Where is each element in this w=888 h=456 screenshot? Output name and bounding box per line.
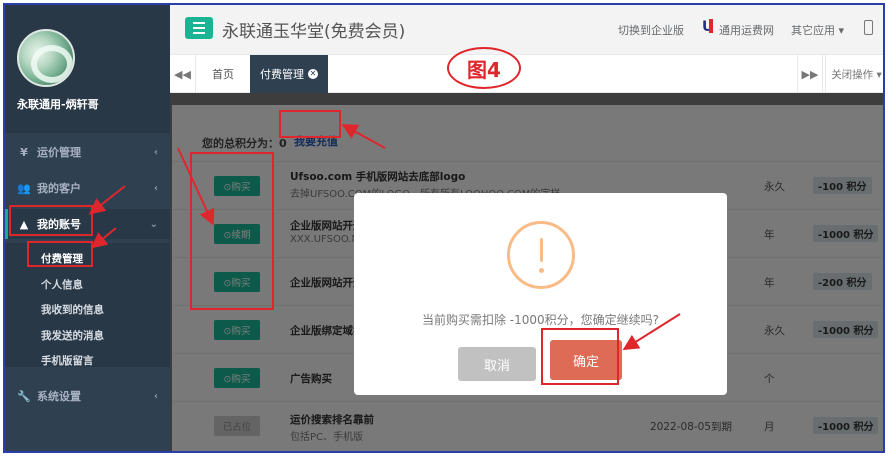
sidebar-item-settings[interactable]: 🔧 系统设置 ‹ <box>5 381 170 411</box>
chevron-left-icon: ‹ <box>153 146 158 158</box>
tab-billing[interactable]: 付费管理 ✕ <box>250 55 328 93</box>
other-apps-dropdown[interactable]: 其它应用 ▾ <box>791 22 844 38</box>
menu-toggle-button[interactable] <box>185 17 213 39</box>
sidebar-item-customers[interactable]: 👥 我的客户 ‹ <box>5 173 170 203</box>
submenu-item-sent[interactable]: 我发送的消息 <box>41 328 104 343</box>
users-icon: 👥 <box>17 181 31 195</box>
close-tab-icon[interactable]: ✕ <box>308 69 318 79</box>
tab-scroll-left-button[interactable]: ◀◀ <box>170 55 196 93</box>
cancel-button[interactable]: 取消 <box>458 347 536 381</box>
page-title: 永联通玉华堂(免费会员) <box>222 22 406 42</box>
warning-icon-bar <box>540 238 543 262</box>
profile-panel: 永联通用-炳轩哥 <box>5 5 170 133</box>
dialog-message: 当前购买需扣除 -1000积分，您确定继续吗? <box>421 313 660 327</box>
switch-enterprise-link[interactable]: 切换到企业版 <box>618 22 684 38</box>
submenu-item-profile[interactable]: 个人信息 <box>41 277 83 292</box>
hamburger-line <box>193 27 205 29</box>
sidebar-item-label: 我的客户 <box>37 182 81 195</box>
profile-name[interactable]: 永联通用-炳轩哥 <box>17 96 99 112</box>
billing-highlight-box <box>27 241 93 267</box>
warning-icon <box>507 221 575 289</box>
recharge-highlight-box <box>279 110 341 138</box>
app-window: 永联通用-炳轩哥 ¥ 运价管理 ‹ 👥 我的客户 ‹ ▲ 我的账号 ⌄ 付费管理… <box>3 3 885 453</box>
tab-bar: ◀◀ 首页 付费管理 ✕ ▶▶ 关闭操作 ▾ <box>170 55 883 93</box>
yunfei-link[interactable]: 通用运费网 <box>719 22 774 38</box>
mobile-icon[interactable] <box>864 20 873 35</box>
sidebar-item-label: 系统设置 <box>37 390 81 403</box>
tab-home[interactable]: 首页 <box>202 55 244 93</box>
sidebar-item-label: 运价管理 <box>37 146 81 159</box>
submenu-item-inbox[interactable]: 我收到的信息 <box>41 302 104 317</box>
tab-label: 付费管理 <box>260 68 304 81</box>
u-logo-icon: U <box>702 19 714 35</box>
close-operations-dropdown[interactable]: 关闭操作 ▾ <box>825 55 883 93</box>
wrench-icon: 🔧 <box>17 389 31 403</box>
chevron-down-icon: ⌄ <box>149 218 158 230</box>
account-highlight-box <box>9 205 93 236</box>
buttons-highlight-box <box>190 152 274 310</box>
hamburger-icon <box>193 22 205 24</box>
top-navbar: 永联通玉华堂(免费会员) 切换到企业版 U 通用运费网 其它应用 ▾ <box>170 5 883 55</box>
avatar[interactable] <box>17 29 75 87</box>
warning-icon-dot <box>539 268 544 273</box>
figure-annotation-label: 图4 <box>447 47 521 89</box>
chevron-left-icon: ‹ <box>153 182 158 194</box>
yen-icon: ¥ <box>20 145 28 159</box>
tab-scroll-right-button[interactable]: ▶▶ <box>797 55 823 93</box>
sidebar-item-freight[interactable]: ¥ 运价管理 ‹ <box>5 137 170 167</box>
submenu-item-mobile-messages[interactable]: 手机版留言 <box>41 353 94 368</box>
hamburger-line <box>193 32 205 34</box>
chevron-left-icon: ‹ <box>153 390 158 402</box>
confirm-highlight-box <box>541 328 619 385</box>
